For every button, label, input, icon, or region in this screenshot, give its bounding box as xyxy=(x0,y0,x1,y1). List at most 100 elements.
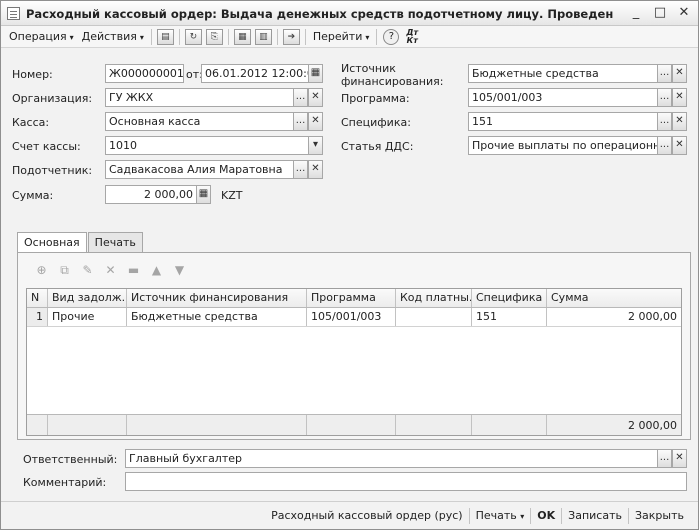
copy-row-icon[interactable]: ⧉ xyxy=(57,263,72,278)
column-header[interactable]: Источник финансирования xyxy=(127,289,307,307)
dds-select-button[interactable]: ... xyxy=(657,136,672,155)
goto-menu[interactable]: Перейти ▾ xyxy=(309,28,374,46)
clear-icon[interactable]: ✕ xyxy=(308,160,323,179)
org-field[interactable]: ГУ ЖКХ xyxy=(105,88,294,107)
chevron-down-icon: ▾ xyxy=(139,32,144,42)
command-bar: Операция ▾ Действия ▾ ▤ ↻ ⎘ ▦ ▥ ➔ Перейти ▾… xyxy=(1,26,698,48)
clear-icon[interactable]: ✕ xyxy=(672,449,687,468)
row-type-cell[interactable]: Прочие xyxy=(48,308,127,326)
footer-cell xyxy=(27,415,48,435)
tab-strip: Основная Печать xyxy=(17,232,144,253)
refresh-icon[interactable]: ↻ xyxy=(184,28,202,45)
org-select-button[interactable]: ... xyxy=(293,88,308,107)
based-on-icon[interactable]: ▦ xyxy=(233,28,251,45)
clear-icon[interactable]: ✕ xyxy=(308,112,323,131)
table-toolbar: ⊕ ⧉ ✎ ✕ ▬ ▲ ▼ xyxy=(34,263,187,278)
spec-select-button[interactable]: ... xyxy=(657,112,672,131)
column-header[interactable]: Сумма xyxy=(547,289,681,307)
number-label: Номер: xyxy=(12,68,53,81)
clear-icon[interactable]: ✕ xyxy=(672,64,687,83)
toolbar-separator xyxy=(376,28,378,45)
document-window: Расходный кассовый ордер: Выдача денежны… xyxy=(0,0,699,530)
goto-menu-label: Перейти xyxy=(312,29,363,43)
move-up-icon[interactable]: ▲ xyxy=(149,263,164,278)
print-form-button[interactable]: Расходный кассовый ордер (рус) xyxy=(265,509,469,522)
structure-icon[interactable]: ▥ xyxy=(254,28,272,45)
action-bar: Расходный кассовый ордер (рус) Печать ▾ … xyxy=(1,501,698,529)
operation-menu[interactable]: Операция ▾ xyxy=(5,28,78,46)
items-table[interactable]: N Вид задолж... Источник финансирования … xyxy=(26,288,682,436)
footer-cell xyxy=(472,415,547,435)
actions-menu[interactable]: Действия ▾ xyxy=(78,28,148,46)
minimize-button[interactable]: _ xyxy=(626,4,646,22)
help-icon[interactable]: ? xyxy=(383,28,400,45)
ok-button[interactable]: OK xyxy=(531,509,561,522)
post-document-icon[interactable]: ▤ xyxy=(156,28,174,45)
person-select-button[interactable]: ... xyxy=(293,160,308,179)
tab-print[interactable]: Печать xyxy=(87,232,143,252)
row-code-cell[interactable] xyxy=(396,308,472,326)
close-window-button[interactable]: ✕ xyxy=(674,4,694,22)
table-row[interactable]: 1 Прочие Бюджетные средства 105/001/003 … xyxy=(27,308,681,327)
tab-panel-main: ⊕ ⧉ ✎ ✕ ▬ ▲ ▼ N Вид задолж... Источник ф… xyxy=(17,252,691,440)
maximize-button[interactable]: □ xyxy=(650,4,670,22)
cash-label: Касса: xyxy=(12,116,50,129)
currency-label: KZT xyxy=(221,189,243,202)
row-program-cell[interactable]: 105/001/003 xyxy=(307,308,396,326)
column-header[interactable]: Программа xyxy=(307,289,396,307)
account-field[interactable]: 1010 xyxy=(105,136,309,155)
dds-field[interactable]: Прочие выплаты по операционной де xyxy=(468,136,658,155)
responsible-field[interactable]: Главный бухгалтер xyxy=(125,449,658,468)
clear-icon[interactable]: ✕ xyxy=(672,112,687,131)
column-header[interactable]: Вид задолж... xyxy=(48,289,127,307)
column-header[interactable]: Специфика xyxy=(472,289,547,307)
toolbar-separator xyxy=(227,28,229,45)
cash-field[interactable]: Основная касса xyxy=(105,112,294,131)
calculator-icon[interactable]: ▦ xyxy=(196,185,211,204)
clear-icon[interactable]: ✕ xyxy=(672,88,687,107)
source-field[interactable]: Бюджетные средства xyxy=(468,64,658,83)
responsible-select-button[interactable]: ... xyxy=(657,449,672,468)
account-label: Счет кассы: xyxy=(12,140,81,153)
row-source-cell[interactable]: Бюджетные средства xyxy=(127,308,307,326)
document-icon xyxy=(7,7,20,20)
date-field[interactable]: 06.01.2012 12:00:02 xyxy=(201,64,309,83)
tab-main[interactable]: Основная xyxy=(17,232,87,253)
close-button[interactable]: Закрыть xyxy=(629,509,690,522)
save-button[interactable]: Записать xyxy=(562,509,628,522)
person-field[interactable]: Садвакасова Алия Маратовна xyxy=(105,160,294,179)
calendar-icon[interactable]: ▦ xyxy=(308,64,323,83)
row-spec-cell[interactable]: 151 xyxy=(472,308,547,326)
clear-icon[interactable]: ✕ xyxy=(672,136,687,155)
dds-label: Статья ДДС: xyxy=(341,140,414,153)
title-bar: Расходный кассовый ордер: Выдача денежны… xyxy=(1,1,698,26)
row-sum-cell[interactable]: 2 000,00 xyxy=(547,308,681,326)
org-label: Организация: xyxy=(12,92,93,105)
print-menu[interactable]: Печать ▾ xyxy=(470,509,531,522)
navigate-icon[interactable]: ➔ xyxy=(282,28,300,45)
clear-icon[interactable]: ✕ xyxy=(308,88,323,107)
chevron-down-icon[interactable]: ▾ xyxy=(308,136,323,155)
toolbar-separator xyxy=(304,28,306,45)
source-select-button[interactable]: ... xyxy=(657,64,672,83)
cash-select-button[interactable]: ... xyxy=(293,112,308,131)
edit-row-icon[interactable]: ✎ xyxy=(80,263,95,278)
row-number: 1 xyxy=(27,308,48,326)
add-row-icon[interactable]: ⊕ xyxy=(34,263,49,278)
source-label-line1: Источник xyxy=(341,62,396,75)
sum-field[interactable]: 2 000,00 xyxy=(105,185,197,204)
copy-document-icon[interactable]: ⎘ xyxy=(205,28,223,45)
column-header[interactable]: Код платны... xyxy=(396,289,472,307)
number-field[interactable]: Ж000000001 xyxy=(105,64,184,83)
column-header[interactable]: N xyxy=(27,289,48,307)
spec-field[interactable]: 151 xyxy=(468,112,658,131)
delete-row-icon[interactable]: ✕ xyxy=(103,263,118,278)
end-edit-icon[interactable]: ▬ xyxy=(126,263,141,278)
actions-menu-label: Действия xyxy=(81,29,137,43)
program-field[interactable]: 105/001/003 xyxy=(468,88,658,107)
program-select-button[interactable]: ... xyxy=(657,88,672,107)
chevron-down-icon: ▾ xyxy=(69,32,74,42)
move-down-icon[interactable]: ▼ xyxy=(172,263,187,278)
comment-field[interactable] xyxy=(125,472,687,491)
dt-kt-icon[interactable]: Дт Кт xyxy=(406,28,418,45)
